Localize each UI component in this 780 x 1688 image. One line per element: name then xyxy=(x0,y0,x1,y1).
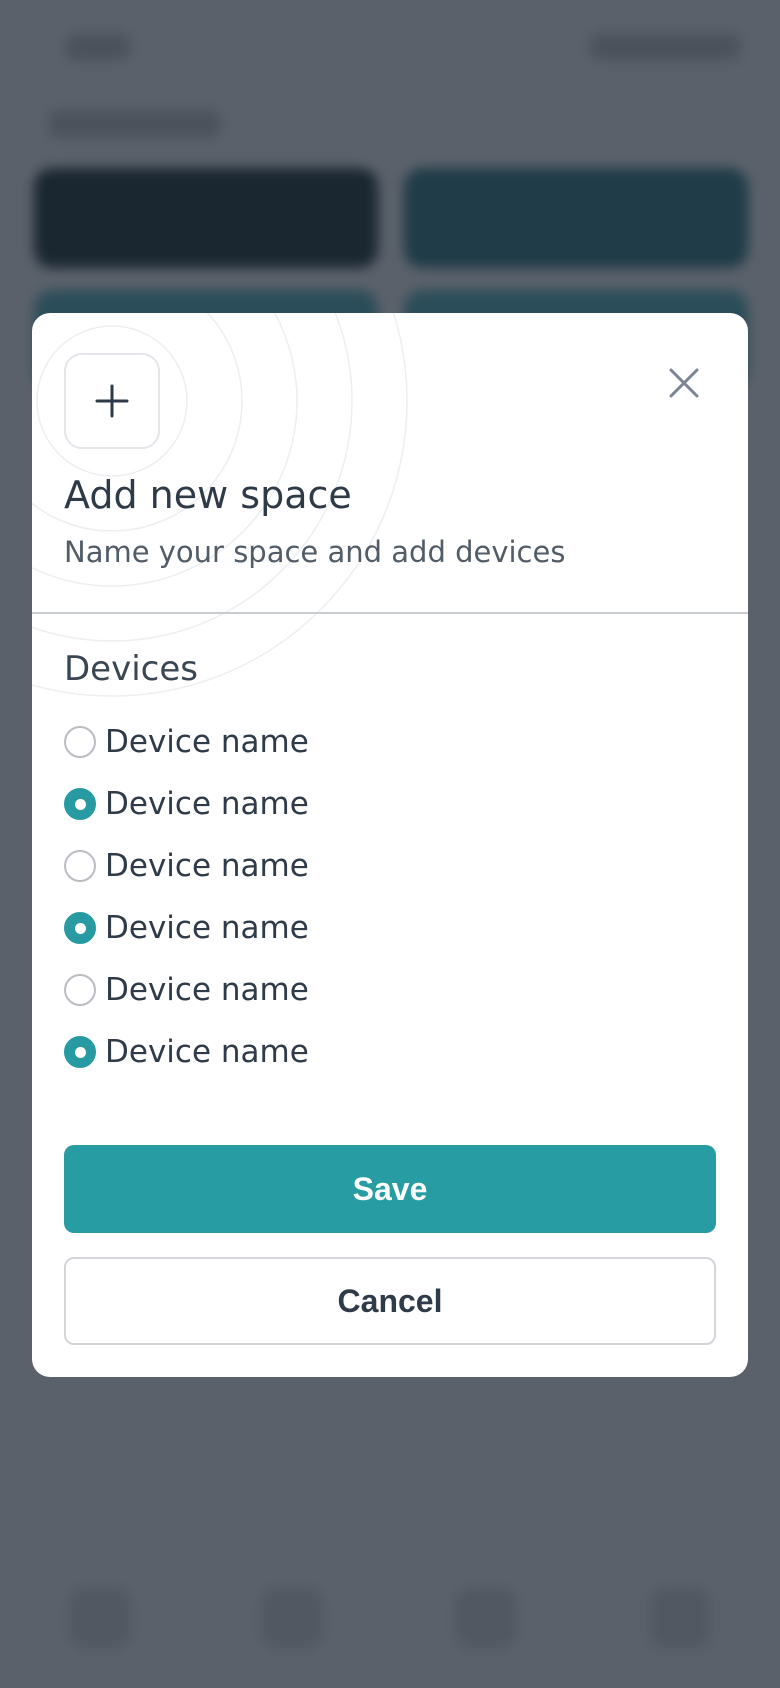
devices-section-label: Devices xyxy=(64,649,198,689)
back-link xyxy=(50,110,220,138)
plus-icon xyxy=(95,384,129,418)
space-card xyxy=(404,168,748,268)
status-bar-time xyxy=(66,34,130,60)
device-label: Device name xyxy=(105,1034,309,1070)
tab-item xyxy=(70,1588,130,1648)
radio-button[interactable] xyxy=(64,1036,96,1068)
tab-item xyxy=(456,1588,516,1648)
device-label: Device name xyxy=(105,910,309,946)
device-list: Device name Device name Device name Devi… xyxy=(64,711,704,1083)
bottom-tab-bar xyxy=(0,1538,780,1688)
device-option[interactable]: Device name xyxy=(64,835,704,897)
divider xyxy=(32,612,748,614)
radio-button[interactable] xyxy=(64,850,96,882)
device-option[interactable]: Device name xyxy=(64,1021,704,1083)
device-label: Device name xyxy=(105,972,309,1008)
space-card xyxy=(34,168,378,268)
radio-button[interactable] xyxy=(64,912,96,944)
device-option[interactable]: Device name xyxy=(64,711,704,773)
tab-item xyxy=(650,1588,710,1648)
radio-button[interactable] xyxy=(64,726,96,758)
close-icon xyxy=(669,368,699,398)
device-option[interactable]: Device name xyxy=(64,897,704,959)
cancel-button[interactable]: Cancel xyxy=(64,1257,716,1345)
add-space-modal: Add new space Name your space and add de… xyxy=(32,313,748,1377)
save-button[interactable]: Save xyxy=(64,1145,716,1233)
tab-item xyxy=(262,1588,322,1648)
device-option[interactable]: Device name xyxy=(64,773,704,835)
device-label: Device name xyxy=(105,724,309,760)
radio-button[interactable] xyxy=(64,788,96,820)
close-button[interactable] xyxy=(656,355,712,411)
radio-button[interactable] xyxy=(64,974,96,1006)
modal-subtitle: Name your space and add devices xyxy=(64,535,566,569)
modal-title: Add new space xyxy=(64,473,352,517)
device-label: Device name xyxy=(105,848,309,884)
space-icon-box xyxy=(64,353,160,449)
device-option[interactable]: Device name xyxy=(64,959,704,1021)
status-bar-icons xyxy=(590,34,740,60)
device-label: Device name xyxy=(105,786,309,822)
